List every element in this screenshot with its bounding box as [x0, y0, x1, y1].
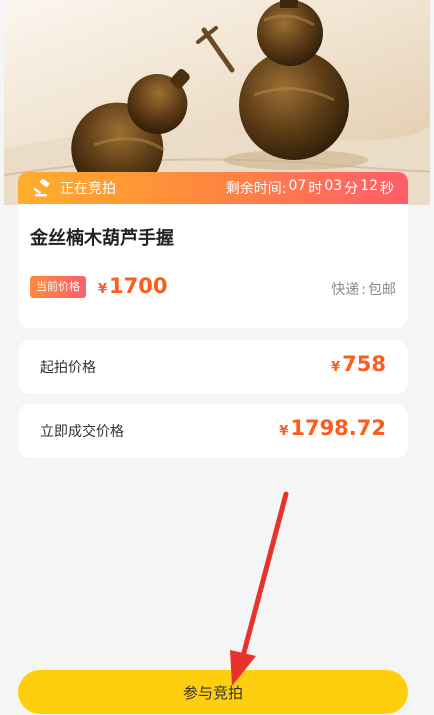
shipping-label: 快递	[331, 282, 360, 298]
currency-symbol: ¥	[331, 360, 341, 375]
countdown-seconds-unit: 秒	[380, 181, 394, 197]
currency-symbol: ¥	[279, 424, 289, 439]
starting-price: ¥758	[331, 352, 386, 376]
buy-now-price-card: 立即成交价格 ¥1798.72	[18, 404, 408, 458]
auction-status: 正在竞拍	[34, 178, 116, 198]
countdown-minutes: 03	[324, 178, 343, 194]
starting-price-label: 起拍价格	[40, 360, 96, 376]
current-price: ¥1700	[98, 274, 168, 298]
countdown-hours: 07	[288, 178, 307, 194]
auction-status-bar: 正在竞拍 剩余时间: 07 时 03 分 12 秒	[18, 172, 408, 204]
starting-price-value: 758	[342, 352, 386, 376]
starting-price-card: 起拍价格 ¥758	[18, 340, 408, 394]
shipping-info: 快递: 包邮	[331, 279, 396, 299]
gavel-icon	[34, 179, 50, 197]
product-card: 金丝楠木葫芦手握 当前价格 ¥1700 快递: 包邮	[18, 204, 408, 328]
current-price-tag: 当前价格	[30, 276, 86, 298]
current-price-value: 1700	[109, 274, 168, 298]
countdown-label: 剩余时间:	[225, 181, 287, 197]
shipping-separator: :	[361, 282, 366, 298]
shipping-value: 包邮	[368, 282, 396, 298]
buy-now-price-value: 1798.72	[290, 416, 386, 440]
buy-now-price: ¥1798.72	[279, 416, 386, 440]
auction-status-label: 正在竞拍	[60, 181, 116, 197]
product-title: 金丝楠木葫芦手握	[30, 228, 174, 249]
currency-symbol: ¥	[98, 282, 108, 297]
countdown-seconds: 12	[360, 178, 378, 194]
buy-now-price-label: 立即成交价格	[40, 424, 124, 440]
countdown-timer: 剩余时间: 07 时 03 分 12 秒	[226, 178, 394, 198]
countdown-hours-unit: 时	[308, 181, 323, 197]
join-auction-button[interactable]: 参与竞拍	[18, 670, 408, 714]
countdown-minutes-unit: 分	[344, 181, 359, 197]
